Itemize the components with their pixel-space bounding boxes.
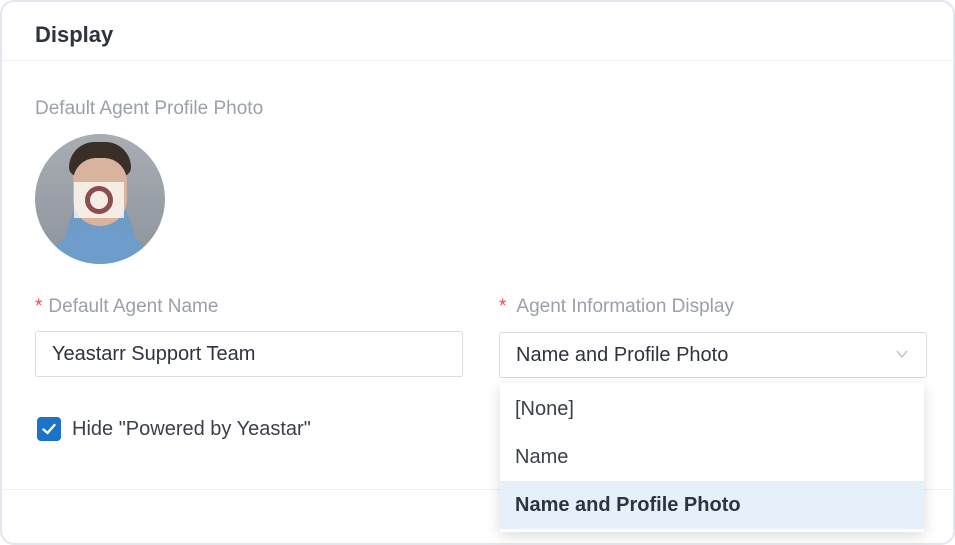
agent-info-display-label: * Agent Information Display: [499, 296, 734, 318]
option-name-and-profile-photo[interactable]: Name and Profile Photo: [500, 481, 924, 529]
agent-info-display-select[interactable]: Name and Profile Photo: [499, 332, 927, 378]
avatar-shirt: [43, 230, 157, 264]
camera-icon[interactable]: [74, 182, 124, 218]
hide-powered-by-checkbox[interactable]: [37, 417, 61, 441]
select-value: Name and Profile Photo: [516, 344, 729, 366]
check-icon: [42, 423, 56, 435]
camera-lens: [85, 186, 113, 214]
hide-powered-by-label[interactable]: Hide "Powered by Yeastar": [72, 418, 311, 441]
agent-info-display-dropdown: [None] Name Name and Profile Photo: [500, 383, 924, 532]
agent-name-label: * Default Agent Name: [35, 296, 218, 318]
option-name[interactable]: Name: [500, 433, 924, 481]
section-title: Display: [35, 22, 114, 47]
agent-name-input[interactable]: Yeastarr Support Team: [35, 331, 463, 377]
card-header: Display: [2, 2, 953, 61]
option-none[interactable]: [None]: [500, 385, 924, 433]
agent-profile-photo[interactable]: [35, 134, 165, 264]
required-mark: *: [499, 296, 507, 317]
agent-name-label-text: Default Agent Name: [48, 296, 219, 317]
agent-info-display-label-text: Agent Information Display: [516, 296, 734, 317]
required-mark: *: [35, 296, 43, 317]
profile-photo-label: Default Agent Profile Photo: [35, 98, 264, 119]
chevron-down-icon: [896, 350, 908, 359]
